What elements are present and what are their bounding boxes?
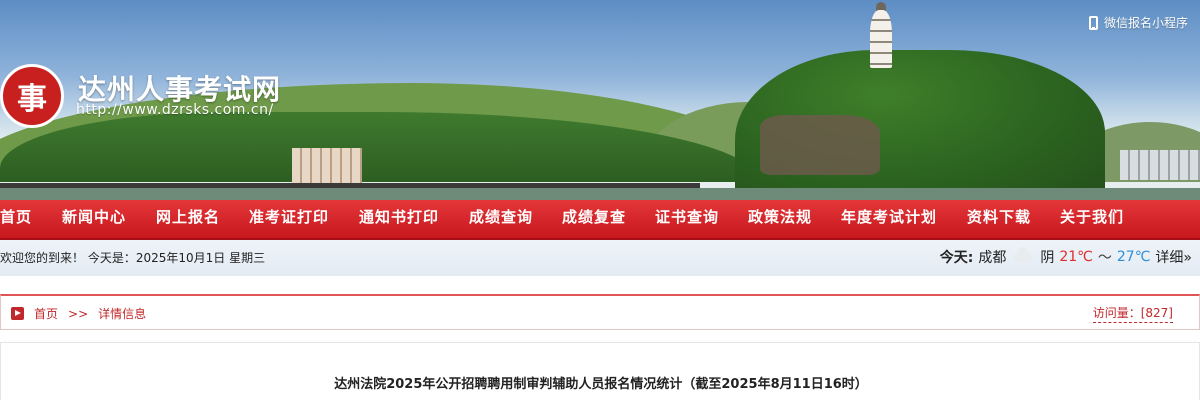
nav-item-policy[interactable]: 政策法规	[748, 200, 812, 238]
riverside-building	[292, 148, 362, 184]
header-banner: 事 达州人事考试网 http://www.dzrsks.com.cn/ 微信报名…	[0, 0, 1200, 200]
weather-detail-link[interactable]: 详细»	[1155, 247, 1192, 267]
phone-icon	[1088, 15, 1098, 30]
nav-item-news[interactable]: 新闻中心	[62, 200, 126, 238]
nav-item-certificate[interactable]: 证书查询	[655, 200, 719, 238]
riverside-building-right	[1120, 150, 1200, 180]
temp-separator: ～	[1097, 250, 1112, 266]
breadcrumb-separator: >>	[68, 306, 89, 321]
site-url: http://www.dzrsks.com.cn/	[76, 102, 274, 118]
temp-low: 27℃	[1116, 249, 1151, 265]
site-logo[interactable]: 事	[0, 64, 64, 128]
nav-item-about[interactable]: 关于我们	[1060, 200, 1124, 238]
wechat-label: 微信报名小程序	[1103, 16, 1188, 30]
nav-item-review[interactable]: 成绩复查	[562, 200, 626, 238]
weather-city: 成都	[978, 250, 1007, 266]
article-panel: 达州法院2025年公开招聘聘用制审判辅助人员报名情况统计（截至2025年8月11…	[0, 342, 1200, 400]
nav-item-home[interactable]: 首页	[0, 200, 32, 238]
weather-condition: 阴	[1040, 250, 1055, 266]
breadcrumb-current: 详情信息	[98, 307, 147, 321]
nav-item-downloads[interactable]: 资料下载	[967, 200, 1031, 238]
weather-widget: 今天: 成都 阴 21℃ ～ 27℃ 详细»	[940, 247, 1192, 267]
temp-high: 21℃	[1059, 249, 1093, 265]
breadcrumb: 首页 >> 详情信息	[11, 305, 146, 322]
article-title: 达州法院2025年公开招聘聘用制审判辅助人员报名情况统计（截至2025年8月11…	[334, 377, 868, 392]
weather-label: 今天:	[939, 250, 974, 266]
welcome-bar: 欢迎您的到来！ 今天是：2025年10月1日 星期三 今天: 成都 阴 21℃ …	[0, 240, 1200, 276]
nav-item-scores[interactable]: 成绩查询	[469, 200, 533, 238]
visit-counter: 访问量：[827]	[1092, 304, 1173, 323]
cliff-rock	[760, 115, 880, 175]
river	[0, 188, 1200, 200]
main-nav: 首页 新闻中心 网上报名 准考证打印 通知书打印 成绩查询 成绩复查 证书查询 …	[0, 200, 1200, 238]
wechat-miniprogram-link[interactable]: 微信报名小程序	[1088, 14, 1188, 31]
play-icon	[11, 307, 24, 320]
breadcrumb-bar: 首页 >> 详情信息 访问量：[827]	[0, 294, 1200, 330]
pagoda	[870, 10, 892, 68]
nav-item-plan[interactable]: 年度考试计划	[841, 200, 937, 238]
breadcrumb-home-link[interactable]: 首页	[34, 305, 58, 322]
welcome-text: 欢迎您的到来！ 今天是：2025年10月1日 星期三	[0, 251, 266, 265]
cloud-icon	[1014, 247, 1033, 262]
nav-item-notice[interactable]: 通知书打印	[359, 200, 439, 238]
nav-item-admission[interactable]: 准考证打印	[249, 200, 329, 238]
nav-item-signup[interactable]: 网上报名	[156, 200, 220, 238]
